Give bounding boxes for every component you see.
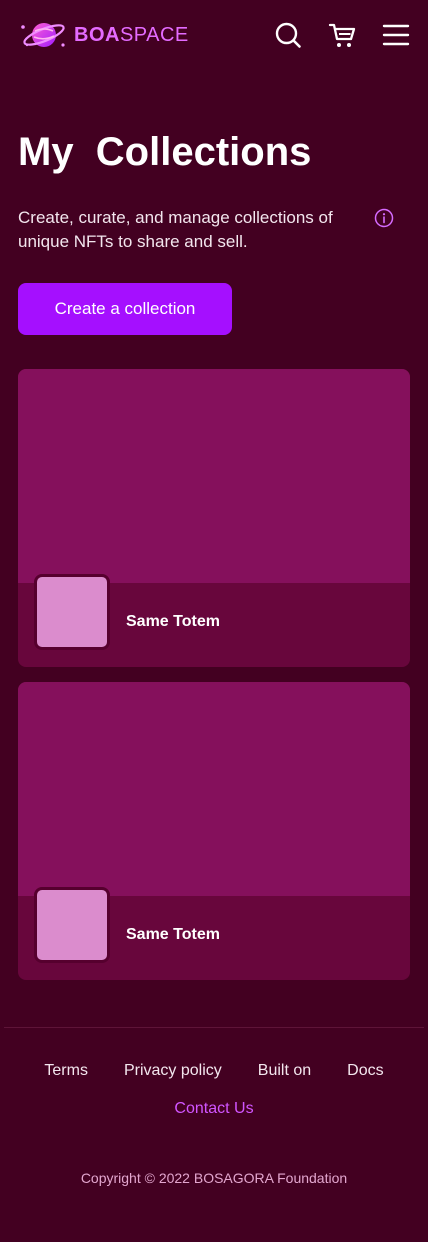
collection-card[interactable]: Same Totem [18, 369, 410, 667]
planet-logo-icon [21, 23, 65, 47]
search-icon[interactable] [274, 21, 302, 49]
header-actions [274, 21, 410, 49]
collection-thumbnail [34, 574, 110, 650]
footer-links: Terms Privacy policy Built on Docs [0, 1062, 428, 1080]
footer-link-terms[interactable]: Terms [44, 1062, 88, 1080]
logo-text-light: SPACE [119, 23, 189, 46]
copyright-text: Copyright © 2022 BOSAGORA Foundation [80, 1170, 348, 1186]
logo-text: BOASPACE [74, 24, 189, 47]
footer-link-docs[interactable]: Docs [347, 1062, 383, 1080]
collection-card[interactable]: Same Totem [18, 682, 410, 980]
collection-name: Same Totem [126, 926, 220, 943]
contact-us-link[interactable]: Contact Us [0, 1100, 428, 1118]
collection-name: Same Totem [126, 613, 220, 630]
subtitle-row: Create, curate, and manage collections o… [18, 206, 394, 254]
top-navbar: BOASPACE [0, 0, 428, 70]
footer-link-privacy-policy[interactable]: Privacy policy [124, 1062, 222, 1080]
menu-icon[interactable] [382, 21, 410, 49]
collection-thumbnail [34, 887, 110, 963]
page-title: My Collections [18, 130, 312, 174]
footer-link-built-on[interactable]: Built on [258, 1062, 311, 1080]
collection-banner-image [18, 682, 410, 896]
info-icon[interactable] [374, 208, 394, 228]
cart-icon[interactable] [328, 21, 356, 49]
collection-banner-image [18, 369, 410, 583]
logo[interactable]: BOASPACE [18, 18, 189, 52]
page-subtitle: Create, curate, and manage collections o… [18, 208, 333, 251]
footer-divider [4, 1027, 424, 1028]
logo-text-bold: BOA [74, 23, 120, 46]
create-collection-button[interactable]: Create a collection [18, 283, 232, 335]
page: BOASPACE My Collections Create, curate, … [0, 0, 428, 1242]
